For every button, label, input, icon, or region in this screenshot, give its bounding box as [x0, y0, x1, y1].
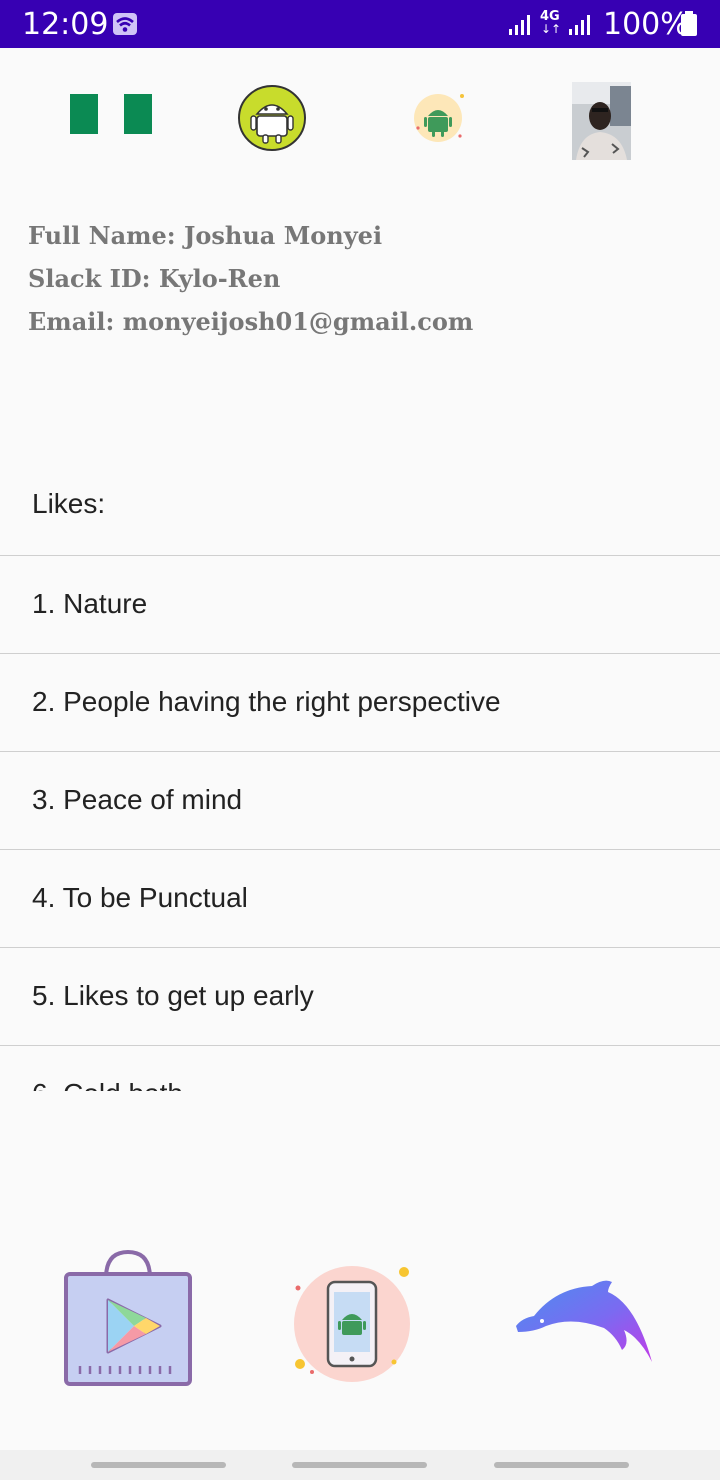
- list-item-label: 4. To be Punctual: [32, 882, 248, 913]
- dolphin-icon[interactable]: [512, 1278, 658, 1372]
- status-bar: 12:09 4G ↓↑ 100%: [0, 0, 720, 48]
- profile-info: Full Name: Joshua Monyei Slack ID: Kylo-…: [28, 214, 473, 343]
- signal-icon: [509, 15, 530, 35]
- list-item[interactable]: 3. Peace of mind: [0, 751, 720, 849]
- likes-header: Likes:: [32, 488, 106, 519]
- list-item[interactable]: 2. People having the right perspective: [0, 653, 720, 751]
- list-item-label: 1. Nature: [32, 588, 148, 619]
- signal-icon-secondary: [569, 15, 590, 35]
- list-item-label: 6. Cold bath: [32, 1078, 183, 1091]
- nav-back-handle[interactable]: [91, 1462, 226, 1468]
- full-name-text: Full Name: Joshua Monyei: [28, 221, 383, 250]
- email-text: Email: monyeijosh01@gmail.com: [28, 307, 474, 336]
- android-sticker-icon: [414, 94, 464, 142]
- list-item[interactable]: 5. Likes to get up early: [0, 947, 720, 1045]
- slack-id-text: Slack ID: Kylo-Ren: [28, 264, 281, 293]
- wifi-icon: [113, 13, 137, 35]
- phone-android-icon[interactable]: [288, 1262, 414, 1382]
- battery-icon: [681, 11, 697, 36]
- navigation-bar: [0, 1450, 720, 1480]
- list-item[interactable]: 4. To be Punctual: [0, 849, 720, 947]
- nigeria-flag-icon: [70, 94, 152, 134]
- likes-list[interactable]: 1. Nature 2. People having the right per…: [0, 555, 720, 1091]
- list-item-label: 5. Likes to get up early: [32, 980, 314, 1011]
- list-item[interactable]: 6. Cold bath: [0, 1045, 720, 1091]
- play-store-bag-icon[interactable]: [62, 1250, 194, 1388]
- list-item-label: 3. Peace of mind: [32, 784, 243, 815]
- status-time: 12:09: [22, 7, 109, 42]
- nav-home-handle[interactable]: [292, 1462, 427, 1468]
- nav-recents-handle[interactable]: [494, 1462, 629, 1468]
- profile-photo: [572, 82, 631, 160]
- list-item-label: 2. People having the right perspective: [32, 686, 501, 717]
- list-item[interactable]: 1. Nature: [0, 555, 720, 653]
- battery-percent: 100%: [603, 7, 689, 42]
- network-activity-icon: ↓↑: [541, 22, 562, 36]
- android-badge-icon: [238, 85, 306, 151]
